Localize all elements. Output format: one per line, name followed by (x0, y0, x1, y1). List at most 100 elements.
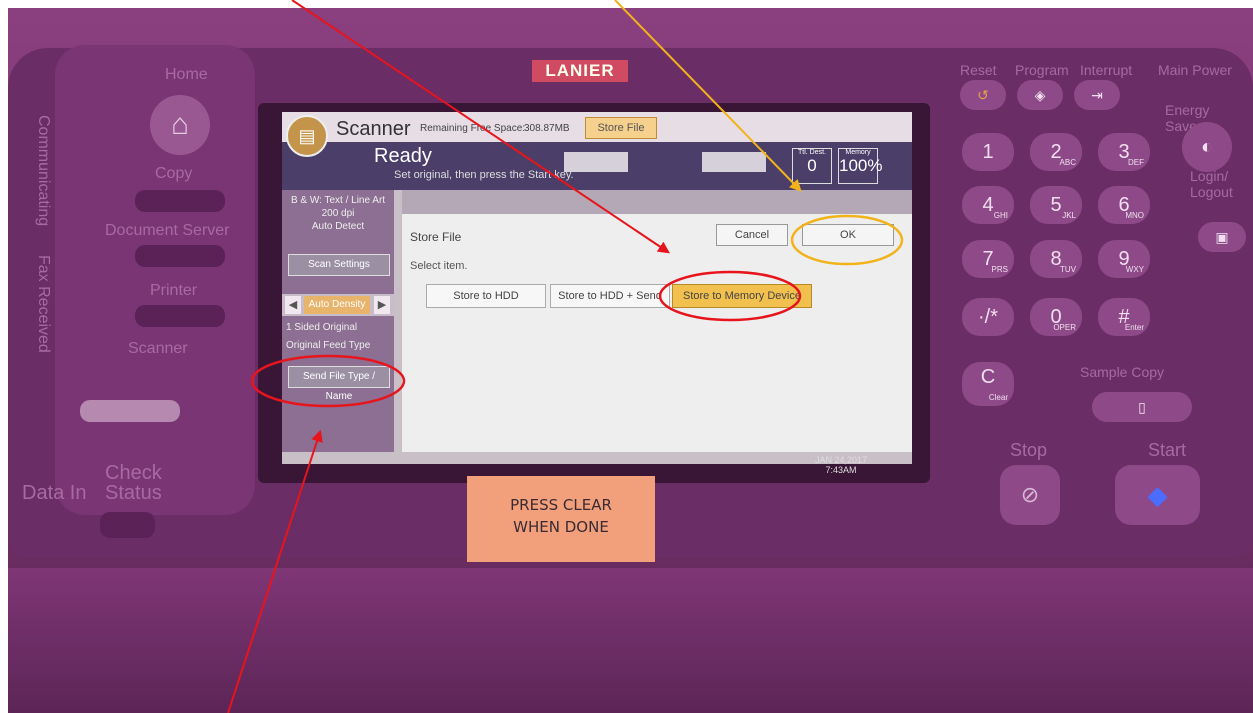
keypad-4[interactable]: 4 GHI (962, 186, 1014, 224)
program-button[interactable]: ◈ (1017, 80, 1063, 110)
key-hash-sub: Enter (1124, 323, 1144, 332)
sample-copy-button[interactable]: ▯ (1092, 392, 1192, 422)
stop-icon: ⊘ (1020, 482, 1040, 507)
memory-value: 100% (839, 156, 883, 175)
keypad-hash[interactable]: # Enter (1098, 298, 1150, 336)
sided-original-button[interactable]: 1 Sided Original (282, 322, 398, 333)
sample-copy-label: Sample Copy (1080, 364, 1165, 380)
floor (8, 568, 1253, 713)
auto-density-button[interactable]: Auto Density (304, 296, 370, 314)
key-7-sub: PRS (991, 265, 1008, 274)
login-logout-button[interactable]: ▣ (1198, 222, 1246, 252)
keypad-star[interactable]: ·/* (962, 298, 1014, 336)
dialog-title: Store File (410, 230, 462, 244)
keypad-7[interactable]: 7 PRS (962, 240, 1014, 278)
settings-sidebar: B & W: Text / Line Art 200 dpi Auto Dete… (282, 190, 394, 452)
store-to-memory-device-option[interactable]: Store to Memory Device (672, 284, 812, 308)
original-feed-type-button[interactable]: Original Feed Type (282, 340, 398, 351)
start-button[interactable]: ◆ (1115, 465, 1200, 525)
printer-button[interactable] (135, 305, 225, 327)
left-item-copy[interactable]: Copy (155, 165, 192, 183)
clear-label: Clear (988, 393, 1008, 402)
key-0-sub: OPER (1053, 323, 1076, 332)
status-message: Set original, then press the Start key. (394, 169, 574, 181)
key-8-sub: TUV (1060, 265, 1076, 274)
keypad-2[interactable]: 2 ABC (1030, 133, 1082, 171)
fax-received-label: Fax Received (35, 255, 52, 353)
status-field-1 (564, 152, 628, 172)
scanner-button[interactable] (80, 400, 180, 422)
store-to-hdd-option[interactable]: Store to HDD (426, 284, 546, 308)
key-5-sub: JKL (1062, 211, 1076, 220)
key-2-sub: ABC (1059, 158, 1076, 167)
key-6-sub: MNO (1125, 211, 1144, 220)
home-label: Home (165, 66, 208, 83)
interrupt-button[interactable]: ⇥ (1074, 80, 1120, 110)
touch-screen: Scanner Remaining Free Space: 308.87MB S… (282, 112, 912, 464)
copy-button[interactable] (135, 190, 225, 212)
screen-top-bar: Scanner Remaining Free Space: 308.87MB S… (282, 112, 912, 142)
date-time: JAN 24,2017 7:43AM (815, 455, 867, 475)
start-icon: ◆ (1147, 480, 1168, 510)
program-label: Program (1015, 62, 1069, 78)
store-to-hdd-send-option[interactable]: Store to HDD + Send (550, 284, 670, 308)
scan-info-line: Auto Detect (311, 221, 365, 232)
left-item-document-server[interactable]: Document Server (105, 222, 230, 240)
scanner-icon: ▤ (286, 115, 328, 157)
stop-button[interactable]: ⊘ (1000, 465, 1060, 525)
key-4-label: 4 (982, 194, 994, 216)
document-server-button[interactable] (135, 245, 225, 267)
key-3-sub: DEF (1128, 158, 1144, 167)
cancel-button[interactable]: Cancel (716, 224, 788, 246)
screen-title: Scanner (336, 118, 411, 140)
memory-label: Memory (845, 149, 871, 156)
dialog-header (402, 190, 912, 214)
left-item-scanner[interactable]: Scanner (128, 340, 188, 358)
memory-counter: Memory 100% (838, 148, 883, 184)
density-decrease-button[interactable]: ◀ (285, 296, 301, 314)
start-label: Start (1148, 440, 1187, 460)
login-logout-label: Login/ Logout (1190, 168, 1233, 200)
density-control: ◀ Auto Density ▶ (282, 294, 394, 316)
sticky-note-line: WHEN DONE (513, 518, 609, 536)
ttl-dest-label: Ttl. Dest. (797, 149, 826, 156)
home-icon: ⌂ (170, 108, 190, 141)
keypad-6[interactable]: 6 MNO (1098, 186, 1150, 224)
home-button[interactable]: ⌂ (150, 95, 210, 155)
select-item-label: Select item. (410, 260, 468, 272)
ttl-dest-value: 0 (807, 156, 817, 175)
reset-label: Reset (960, 62, 997, 78)
energy-saver-button[interactable]: ◐ (1182, 122, 1232, 172)
send-file-type-button[interactable]: Send File Type / Name (288, 366, 390, 402)
keypad-0[interactable]: 0 OPER (1030, 298, 1082, 336)
time: 7:43AM (825, 465, 857, 475)
scan-settings-button[interactable]: Scan Settings (288, 254, 390, 276)
sticky-note: PRESS CLEAR WHEN DONE (467, 476, 655, 562)
total-destinations-counter: Ttl. Dest. 0 (792, 148, 832, 184)
store-file-tab[interactable]: Store File (585, 117, 657, 139)
clear-button[interactable]: C Clear (962, 362, 1014, 406)
key-1-label: 1 (982, 141, 994, 163)
communicating-label: Communicating (35, 115, 52, 227)
keypad-3[interactable]: 3 DEF (1098, 133, 1150, 171)
main-power-label: Main Power (1158, 62, 1232, 78)
left-item-printer[interactable]: Printer (150, 282, 197, 300)
density-increase-button[interactable]: ▶ (374, 296, 390, 314)
ok-button[interactable]: OK (802, 224, 894, 246)
scan-info-line: 200 dpi (321, 208, 355, 219)
interrupt-label: Interrupt (1080, 62, 1133, 78)
status-field-2 (702, 152, 766, 172)
energy-saver-icon: ◐ (1200, 136, 1214, 158)
remaining-space-label: Remaining Free Space: (420, 123, 526, 134)
check-status-button[interactable] (100, 512, 155, 538)
keypad-1[interactable]: 1 (962, 133, 1014, 171)
keypad-9[interactable]: 9 WXY (1098, 240, 1150, 278)
reset-button[interactable]: ↺ (960, 80, 1006, 110)
data-in-label: Data In (22, 482, 87, 504)
keypad-5[interactable]: 5 JKL (1030, 186, 1082, 224)
brand-logo: LANIER (532, 60, 628, 82)
sticky-note-line: PRESS CLEAR (510, 496, 612, 514)
keypad-8[interactable]: 8 TUV (1030, 240, 1082, 278)
key-5-label: 5 (1050, 194, 1062, 216)
date: JAN 24,2017 (815, 455, 868, 465)
